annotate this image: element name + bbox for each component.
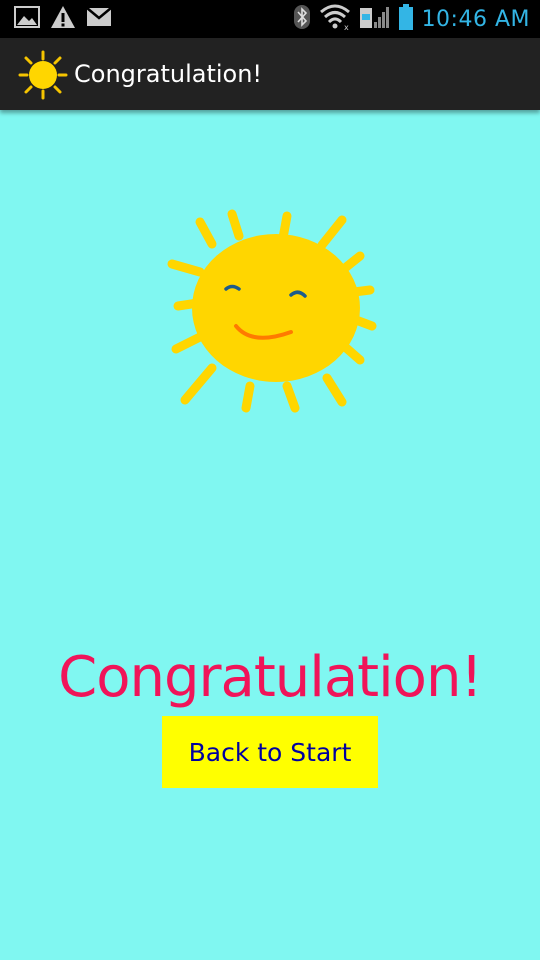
wifi-icon: x — [319, 4, 351, 34]
main-content: Congratulation! Back to Start — [0, 110, 540, 960]
sun-icon[interactable] — [18, 50, 68, 100]
status-bar: x 10:46 AM — [0, 0, 540, 38]
gmail-icon — [86, 7, 112, 31]
bluetooth-icon — [293, 5, 310, 33]
smiling-sun-illustration — [162, 208, 380, 418]
page-title: Congratulation! — [74, 60, 263, 88]
system-icons: x 10:46 AM — [293, 4, 530, 34]
action-bar: Congratulation! — [0, 38, 540, 110]
congratulation-message: Congratulation! — [58, 645, 483, 710]
battery-icon — [398, 4, 413, 34]
signal-icon — [359, 4, 390, 34]
clock: 10:46 AM — [421, 6, 530, 32]
warning-icon — [50, 5, 76, 33]
back-to-start-button[interactable]: Back to Start — [162, 716, 378, 788]
notification-icons — [14, 6, 112, 32]
svg-text:x: x — [344, 23, 349, 30]
gallery-icon — [14, 5, 40, 33]
